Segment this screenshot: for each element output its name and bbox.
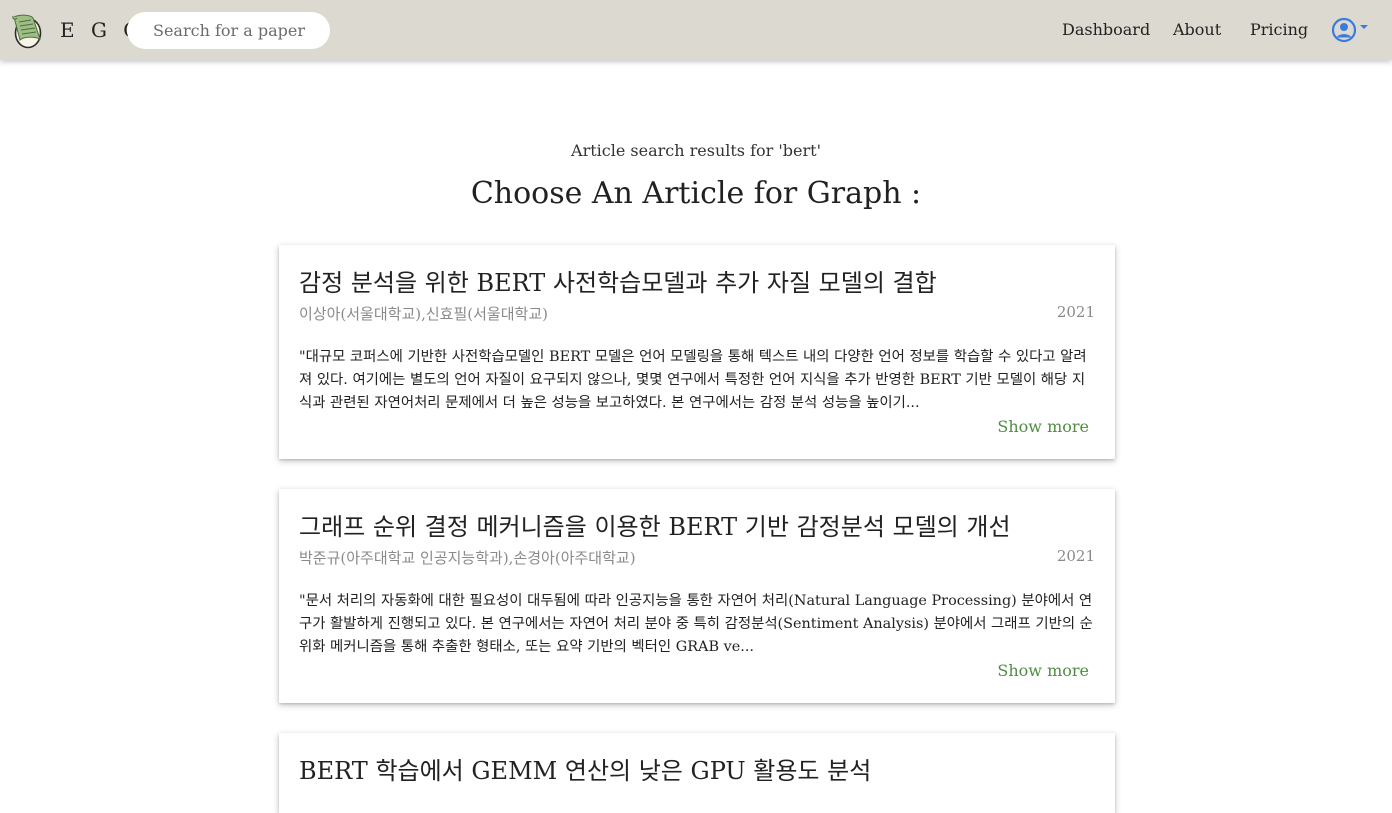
nav-link-pricing[interactable]: Pricing (1250, 20, 1308, 39)
navbar: E G G Dashboard About Pricing (0, 0, 1392, 60)
search-input[interactable] (127, 12, 330, 49)
article-card[interactable]: BERT 학습에서 GEMM 연산의 낮은 GPU 활용도 분석 (279, 733, 1115, 813)
nav-link-dashboard[interactable]: Dashboard (1062, 20, 1150, 39)
account-dropdown[interactable] (1331, 17, 1371, 44)
article-title[interactable]: 감정 분석을 위한 BERT 사전학습모델과 추가 자질 모델의 결합 (299, 263, 1099, 298)
article-abstract: "문서 처리의 자동화에 대한 필요성이 대두됨에 따라 인공지능을 통한 자연… (299, 593, 1093, 655)
egg-logo-icon[interactable] (11, 13, 45, 49)
show-more-link[interactable]: Show more (997, 661, 1089, 680)
caret-down-icon (1360, 25, 1368, 29)
article-title[interactable]: 그래프 순위 결정 메커니즘을 이용한 BERT 기반 감정분석 모델의 개선 (299, 507, 1099, 542)
user-circle-icon (1331, 17, 1357, 43)
article-card[interactable]: 감정 분석을 위한 BERT 사전학습모델과 추가 자질 모델의 결합 이상아(… (279, 245, 1115, 459)
article-abstract: "대규모 코퍼스에 기반한 사전학습모델인 BERT 모델은 언어 모델링을 통… (299, 349, 1087, 411)
show-more-link[interactable]: Show more (997, 417, 1089, 436)
nav-link-about[interactable]: About (1173, 20, 1221, 39)
page-title: Choose An Article for Graph : (470, 176, 922, 211)
article-title[interactable]: BERT 학습에서 GEMM 연산의 낮은 GPU 활용도 분석 (299, 751, 1099, 786)
article-card[interactable]: 그래프 순위 결정 메커니즘을 이용한 BERT 기반 감정분석 모델의 개선 … (279, 489, 1115, 703)
article-authors: 박준규(아주대학교 인공지능학과),손경아(아주대학교) (299, 549, 636, 567)
search-results-caption: Article search results for 'bert' (571, 141, 821, 160)
article-year: 2021 (1056, 303, 1095, 321)
article-authors: 이상아(서울대학교),신효필(서울대학교) (299, 305, 548, 323)
article-year: 2021 (1056, 547, 1095, 565)
